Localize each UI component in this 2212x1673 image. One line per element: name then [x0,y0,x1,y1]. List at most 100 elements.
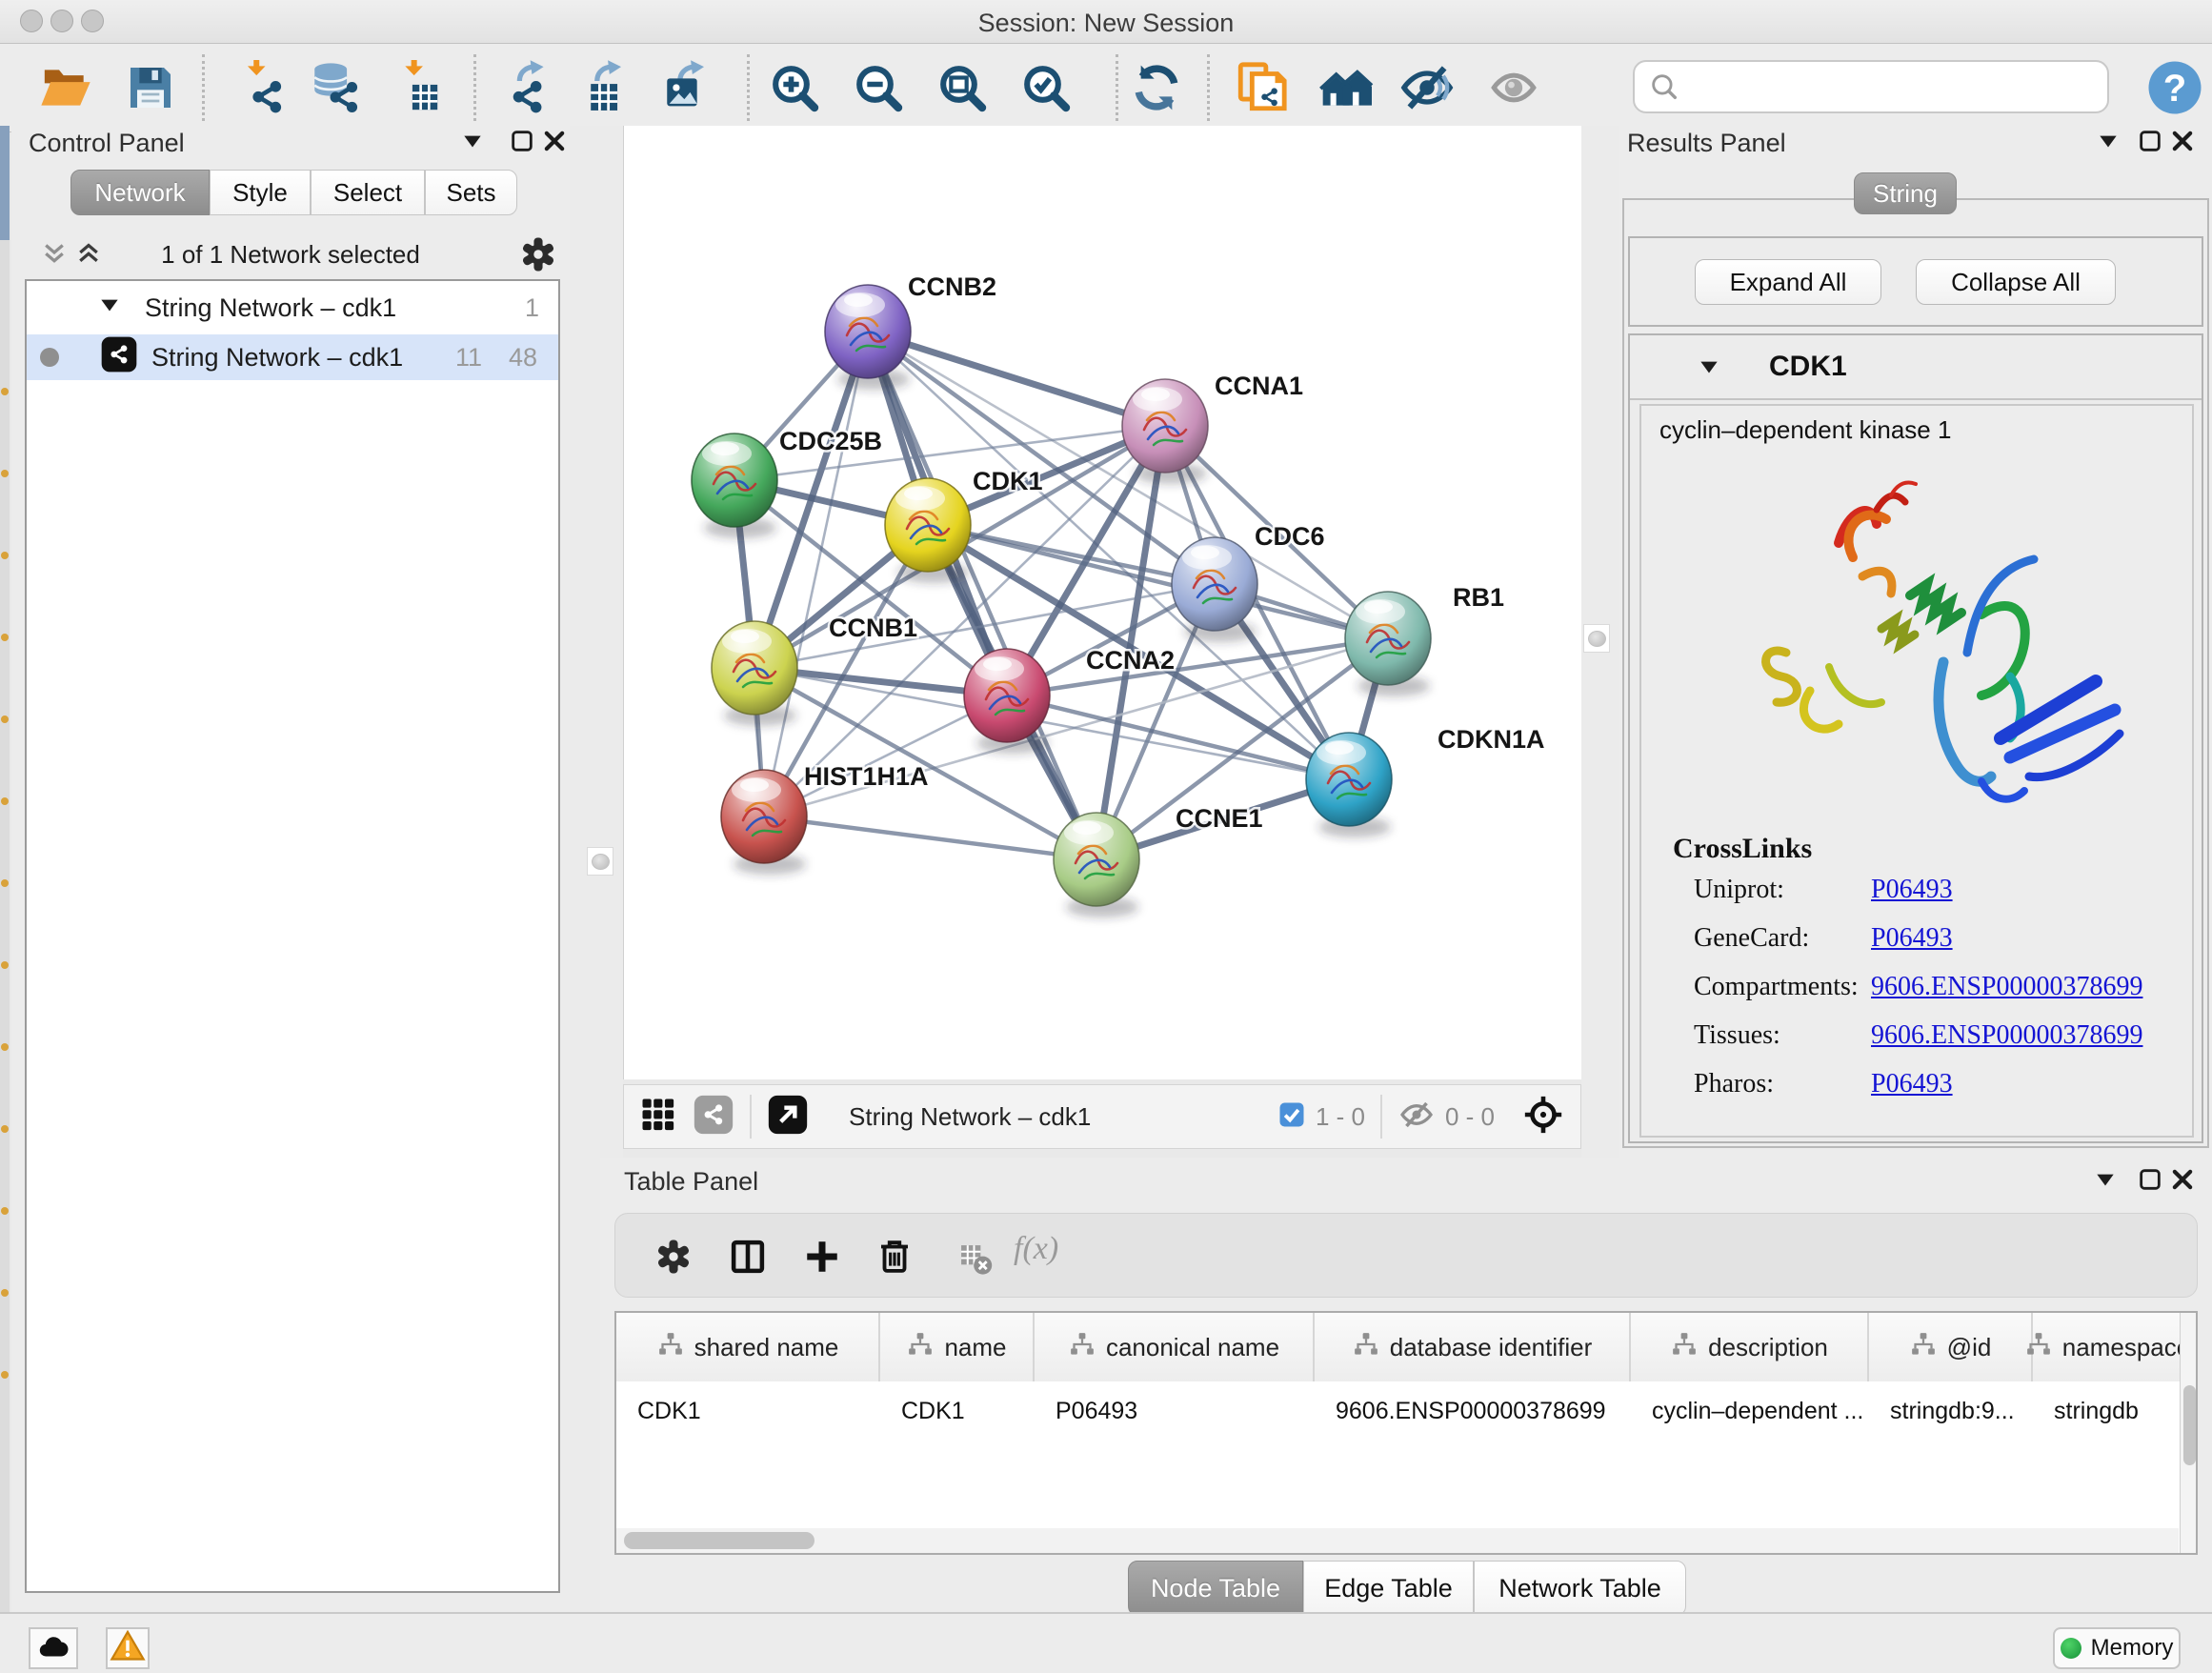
zoom-fit-content-button[interactable] [935,61,989,114]
column-header-description[interactable]: description [1631,1313,1869,1381]
crosslink-tissues[interactable]: 9606.ENSP00000378699 [1871,1020,2142,1051]
hide-selected-button[interactable] [1399,60,1455,115]
warnings-button[interactable] [106,1627,150,1669]
delete-column-icon[interactable] [875,1237,915,1281]
apply-preferred-layout-button[interactable] [1317,61,1374,114]
tab-select[interactable]: Select [311,170,425,215]
table-cell[interactable]: 9606.ENSP00000378699 [1315,1381,1631,1441]
crosslink-compartments[interactable]: 9606.ENSP00000378699 [1871,972,2142,1002]
detach-view-icon[interactable] [767,1094,809,1140]
gene-expander-icon[interactable] [1695,354,1723,384]
view-grid-icon[interactable] [637,1094,679,1140]
node-label-CDKN1A: CDKN1A [1438,725,1545,754]
tab-node-table[interactable]: Node Table [1128,1561,1303,1616]
node-label-CCNB1: CCNB1 [829,614,917,642]
crosslink-uniprot[interactable]: P06493 [1871,875,1953,905]
horizontal-scrollbar[interactable] [616,1528,2179,1553]
vertical-scrollbar[interactable] [2180,1313,2198,1553]
tab-network-table[interactable]: Network Table [1474,1561,1686,1616]
update-network-button[interactable] [1130,61,1183,114]
collection-label: String Network – cdk1 [145,293,396,323]
network-options-gear-icon[interactable] [518,234,558,279]
tab-sets[interactable]: Sets [425,170,517,215]
collapse-all-button[interactable]: Collapse All [1916,259,2116,305]
float-panel-icon[interactable] [456,127,489,159]
close-panel-icon[interactable] [538,127,571,159]
table-cell[interactable]: stringdb:9... [1869,1381,2033,1441]
table-cell[interactable]: CDK1 [616,1381,880,1441]
close-panel-icon[interactable] [2166,1165,2199,1198]
node-HIST1H1A[interactable]: HIST1H1A [721,762,929,863]
background-window-edge-blue [0,126,10,240]
show-columns-icon[interactable] [728,1237,768,1281]
edge-CCNA1-HIST1H1A[interactable] [764,426,1165,816]
column-header--id[interactable]: @id [1869,1313,2033,1381]
table-options-gear-icon[interactable] [654,1237,694,1281]
tab-network[interactable]: Network [70,170,210,215]
node-CCNE1[interactable]: CCNE1 [1054,804,1263,906]
right-splitter-handle[interactable] [1583,624,1610,653]
export-network-button[interactable] [502,60,557,115]
edge-CCNB2-CCNA1[interactable] [868,332,1165,426]
column-header-name[interactable]: name [880,1313,1035,1381]
close-panel-icon[interactable] [2166,127,2199,159]
network-collection-row[interactable]: String Network – cdk1 1 [27,285,558,331]
search-box[interactable] [1633,60,2109,113]
tab-style[interactable]: Style [210,170,311,215]
table-cell[interactable]: P06493 [1035,1381,1315,1441]
maximize-panel-icon[interactable] [2134,127,2166,159]
table-cell[interactable]: CDK1 [880,1381,1035,1441]
save-session-button[interactable] [124,61,177,114]
node-CDC25B[interactable]: CDC25B [692,427,882,527]
new-network-from-selection-button[interactable] [1234,60,1289,115]
vertical-scrollbar-thumb[interactable] [2183,1385,2196,1465]
open-session-button[interactable] [36,61,95,114]
crosslink-pharos[interactable]: P06493 [1871,1069,1953,1099]
maximize-panel-icon[interactable] [506,127,538,159]
import-network-from-file-button[interactable] [232,60,288,115]
zoom-out-button[interactable] [852,61,905,114]
zoom-selected-button[interactable] [1019,61,1073,114]
column-header-namespace[interactable]: namespace [2033,1313,2183,1381]
view-network-icon[interactable] [693,1094,734,1140]
float-panel-icon[interactable] [2089,1165,2122,1198]
left-splitter-handle[interactable] [587,847,613,876]
export-table-button[interactable] [577,60,633,115]
show-graphics-details-button[interactable] [1486,64,1541,111]
zoom-in-button[interactable] [768,61,821,114]
node-table[interactable]: shared namenamecanonical namedatabase id… [614,1311,2198,1555]
create-column-icon[interactable] [802,1237,842,1281]
node-CCNA1[interactable]: CCNA1 [1122,372,1303,473]
expand-all-button[interactable]: Expand All [1695,259,1881,305]
hidden-items-icon[interactable] [1398,1098,1436,1137]
node-RB1[interactable]: RB1 [1345,583,1504,685]
export-image-button[interactable] [660,60,715,115]
crosslink-genecard[interactable]: P06493 [1871,923,1953,954]
cloud-status-button[interactable] [29,1627,78,1669]
float-panel-icon[interactable] [2092,127,2124,159]
edge-HIST1H1A-CCNE1[interactable] [764,816,1096,859]
pages-network-icon [1234,60,1289,115]
network-canvas[interactable]: CCNB2CCNA1CDC25BCDK1CDC6RB1CCNB1CCNA2CDK… [623,126,1582,1079]
column-header-canonical-name[interactable]: canonical name [1035,1313,1315,1381]
table-cell[interactable]: stringdb [2033,1381,2183,1441]
network-row-selected[interactable]: String Network – cdk1 11 48 [27,334,558,380]
column-header-database-identifier[interactable]: database identifier [1315,1313,1631,1381]
import-network-from-database-button[interactable] [308,60,363,115]
birdseye-toggle-icon[interactable] [1521,1093,1565,1141]
results-tab-string[interactable]: String [1854,172,1957,214]
collection-expander-icon[interactable] [95,292,124,324]
node-label-CDC25B: CDC25B [779,427,882,455]
node-CDKN1A[interactable]: CDKN1A [1306,725,1545,826]
node-CDC6[interactable]: CDC6 [1172,522,1325,631]
tab-edge-table[interactable]: Edge Table [1303,1561,1474,1616]
search-input[interactable] [1680,71,2107,103]
memory-button[interactable]: Memory [2053,1627,2181,1669]
table-cell[interactable]: cyclin–dependent ... [1631,1381,1869,1441]
column-header-shared-name[interactable]: shared name [616,1313,880,1381]
horizontal-scrollbar-thumb[interactable] [624,1532,814,1549]
maximize-panel-icon[interactable] [2134,1165,2166,1198]
import-table-from-file-button[interactable] [388,60,443,115]
help-button[interactable]: ? [2146,59,2203,116]
selected-items-checkbox-icon[interactable] [1277,1100,1306,1134]
